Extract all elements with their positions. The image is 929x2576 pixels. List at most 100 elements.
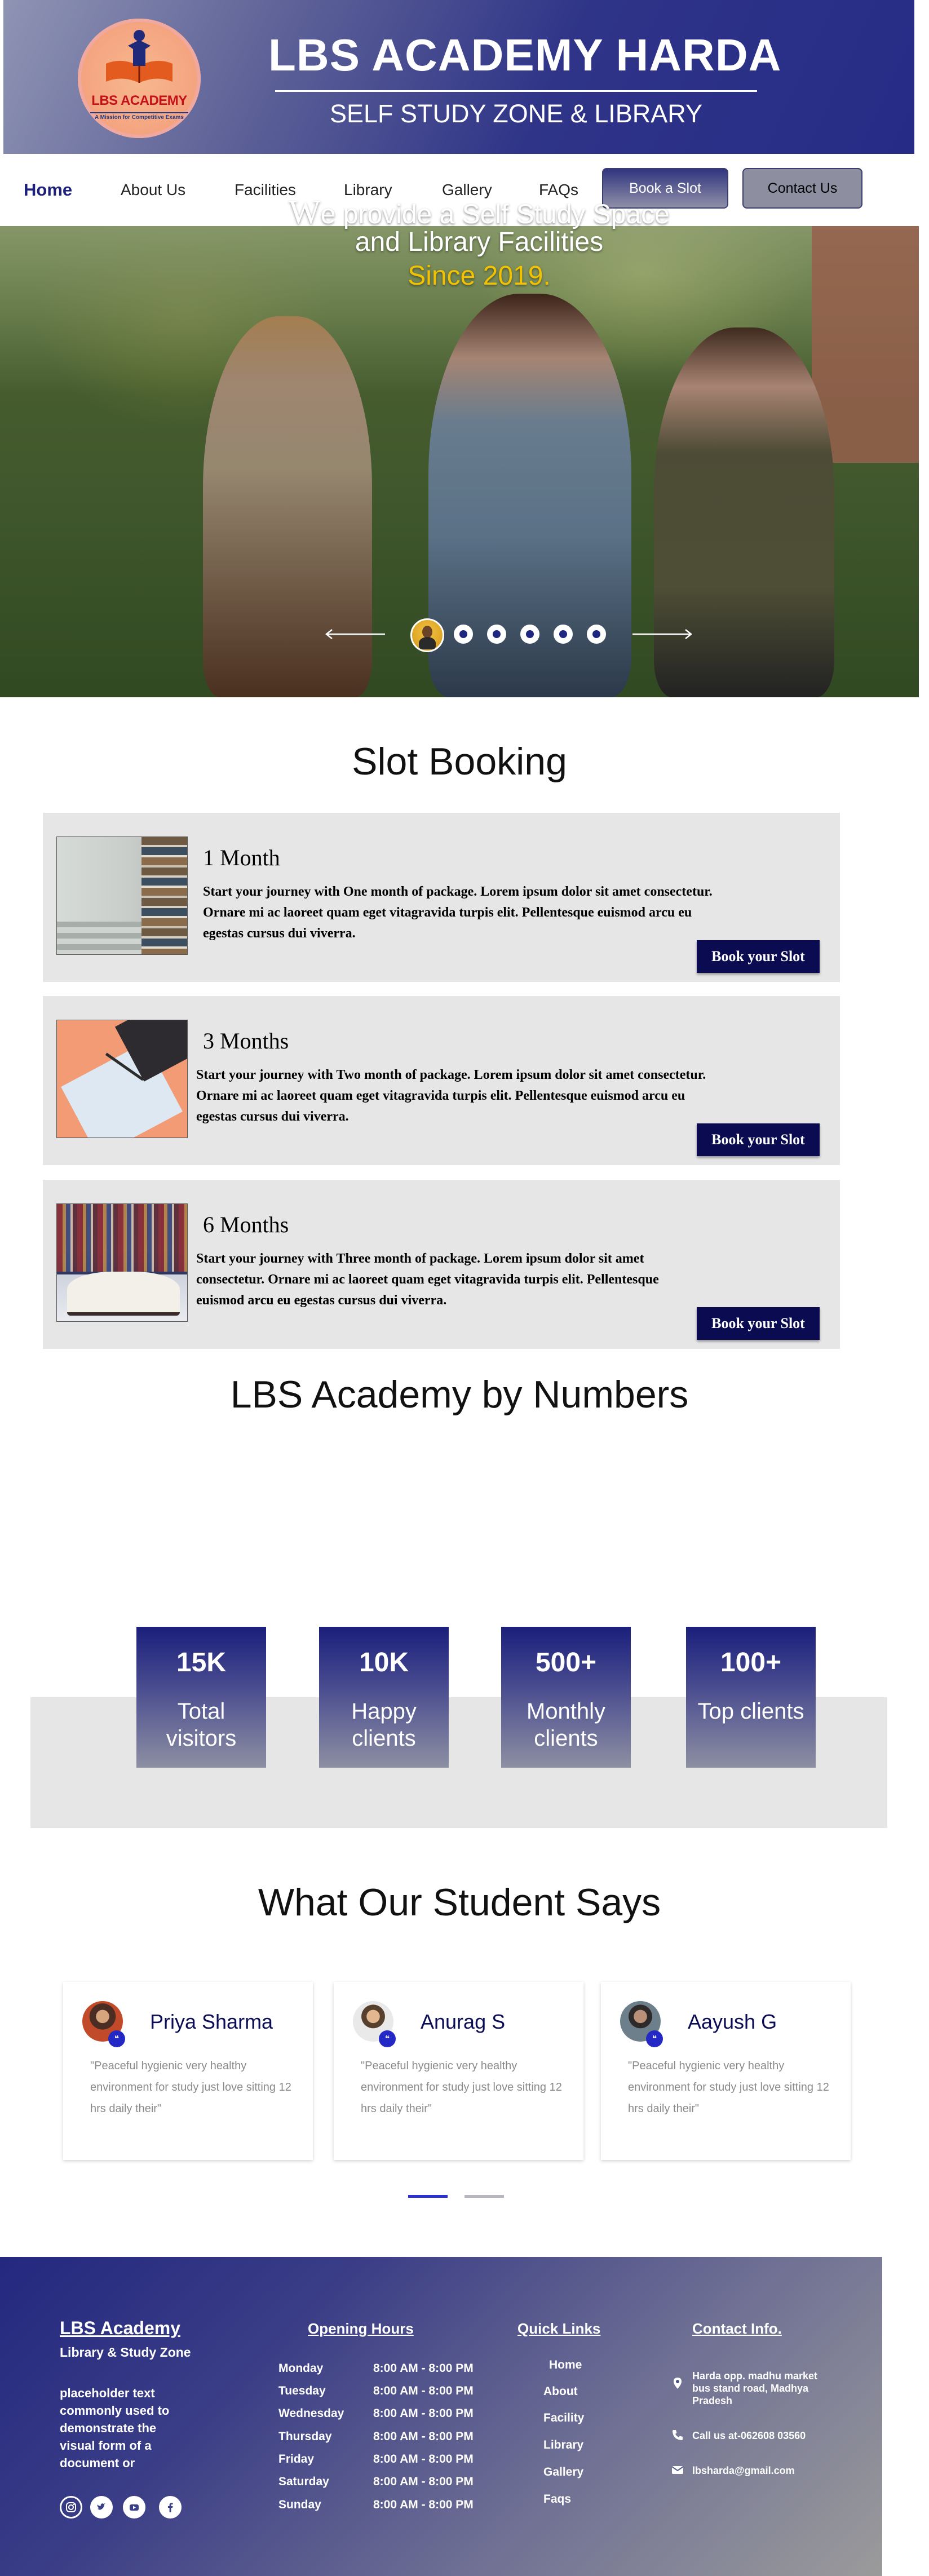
slot-description: Start your journey with Three month of p…: [196, 1251, 659, 1308]
hours-time: 8:00 AM - 8:00 PM: [373, 2362, 474, 2375]
instagram-icon[interactable]: [60, 2496, 82, 2519]
library-book-image: [56, 1203, 188, 1322]
footer-link-gallery[interactable]: Gallery: [543, 2466, 583, 2479]
logo-name: LBS ACADEMY: [91, 93, 187, 108]
slot-card-3-months: 3 Months Start your journey with Two mon…: [43, 996, 840, 1165]
student-name: Anurag S: [421, 2010, 506, 2033]
avatar-face: [422, 626, 432, 638]
stat-value: 15K: [176, 1648, 227, 1678]
phone-icon: [671, 2428, 684, 2442]
carousel-prev-arrow-icon[interactable]: [324, 628, 386, 640]
student-quote: "Peaceful hygienic very healthy environm…: [361, 2060, 562, 2115]
hours-time: 8:00 AM - 8:00 PM: [373, 2498, 474, 2511]
student-name: Priya Sharma: [150, 2010, 273, 2033]
slot-title: 1 Month: [203, 845, 280, 870]
hours-row: Thursday 8:00 AM - 8:00 PM: [278, 2430, 504, 2447]
slot-card-1-month: 1 Month Start your journey with One mont…: [43, 813, 840, 982]
stat-value: 500+: [535, 1648, 597, 1678]
quote-badge-icon: ❝: [646, 2030, 663, 2047]
hero-heading-line-2: and Library Facilities: [355, 227, 604, 257]
book-your-slot-button[interactable]: Book your Slot: [697, 1307, 820, 1340]
testimonial-page-1[interactable]: [408, 2195, 448, 2198]
footer-link-library[interactable]: Library: [543, 2438, 583, 2452]
carousel-dot-6[interactable]: [587, 625, 606, 644]
stat-monthly-clients: 500+ Monthly clients: [501, 1627, 631, 1768]
hours-time: 8:00 AM - 8:00 PM: [373, 2453, 474, 2466]
hours-day: Saturday: [278, 2475, 329, 2488]
site-footer: LBS Academy Library & Study Zone placeho…: [0, 2257, 882, 2576]
footer-link-about[interactable]: About: [543, 2385, 578, 2398]
stat-label: Happy clients: [351, 1699, 417, 1751]
hours-day: Tuesday: [278, 2384, 326, 2397]
footer-link-faqs[interactable]: Faqs: [543, 2493, 571, 2506]
hours-day: Friday: [278, 2453, 315, 2466]
title-divider: [275, 90, 757, 92]
carousel-dot-4[interactable]: [520, 625, 539, 644]
youtube-icon[interactable]: [123, 2496, 145, 2519]
facebook-icon[interactable]: [159, 2496, 182, 2519]
slot-booking-title: Slot Booking: [352, 740, 567, 783]
contact-info-heading: Contact Info.: [692, 2320, 782, 2337]
stat-label: Monthly clients: [526, 1699, 606, 1751]
carousel-avatar-dot[interactable]: [410, 618, 444, 652]
desk-image: [56, 1020, 188, 1138]
hours-row: Tuesday 8:00 AM - 8:00 PM: [278, 2384, 504, 2401]
book-your-slot-button[interactable]: Book your Slot: [697, 940, 820, 973]
carousel-next-arrow-icon[interactable]: [631, 628, 693, 640]
hero-since-text: Since 2019.: [408, 261, 551, 291]
opening-hours-heading: Opening Hours: [308, 2320, 414, 2337]
image-books: [141, 837, 187, 954]
student-quote: "Peaceful hygienic very healthy environm…: [90, 2060, 291, 2115]
stat-label: Total visitors: [166, 1699, 237, 1751]
stat-top-clients: 100+ Top clients: [686, 1627, 816, 1768]
hours-time: 8:00 AM - 8:00 PM: [373, 2475, 474, 2488]
quote-badge-icon: ❝: [379, 2030, 396, 2047]
hours-row: Monday 8:00 AM - 8:00 PM: [278, 2362, 504, 2379]
testimonials-title: What Our Student Says: [258, 1881, 661, 1924]
carousel-dot-2[interactable]: [454, 625, 473, 644]
hours-day: Wednesday: [278, 2407, 344, 2420]
location-pin-icon: [671, 2376, 684, 2390]
book-your-slot-button[interactable]: Book your Slot: [697, 1123, 820, 1156]
footer-description: placeholder text commonly used to demons…: [60, 2386, 170, 2470]
footer-link-home[interactable]: Home: [549, 2358, 582, 2372]
hours-time: 8:00 AM - 8:00 PM: [373, 2407, 474, 2420]
image-open-book: [67, 1272, 180, 1316]
image-shelf: [57, 1204, 187, 1272]
student-quote: "Peaceful hygienic very healthy environm…: [628, 2060, 829, 2115]
footer-brand-subtitle: Library & Study Zone: [60, 2345, 191, 2360]
quote-badge-icon: ❝: [108, 2030, 125, 2047]
site-subtitle: SELF STUDY ZONE & LIBRARY: [329, 99, 703, 128]
stat-total-visitors: 15K Total visitors: [136, 1627, 266, 1768]
contact-phone: Call us at-062608 03560: [692, 2430, 806, 2441]
avatar-body: [419, 637, 436, 649]
student-name: Aayush G: [688, 2010, 777, 2033]
testimonial-page-2[interactable]: [465, 2195, 504, 2198]
logo-tagline: A Mission for Competitive Exams: [90, 112, 189, 121]
carousel-dot-5[interactable]: [554, 625, 573, 644]
hours-day: Monday: [278, 2362, 324, 2375]
quick-links-heading: Quick Links: [517, 2320, 601, 2337]
slot-title: 6 Months: [203, 1212, 289, 1237]
books-stack-image: [56, 836, 188, 955]
numbers-title: LBS Academy by Numbers: [230, 1373, 689, 1416]
stat-happy-clients: 10K Happy clients: [319, 1627, 449, 1768]
stat-value: 10K: [359, 1648, 409, 1678]
hours-day: Thursday: [278, 2430, 332, 2443]
hours-row: Friday 8:00 AM - 8:00 PM: [278, 2453, 504, 2469]
slot-description: Start your journey with One month of pac…: [203, 884, 713, 941]
carousel-dot-3[interactable]: [487, 625, 506, 644]
email-icon: [671, 2463, 684, 2477]
testimonial-card: ❝ Priya Sharma "Peaceful hygienic very h…: [63, 1982, 313, 2160]
footer-brand: LBS Academy: [60, 2318, 180, 2338]
slot-card-6-months: 6 Months Start your journey with Three m…: [43, 1180, 840, 1349]
testimonial-card: ❝ Anurag S "Peaceful hygienic very healt…: [334, 1982, 583, 2160]
footer-link-facility[interactable]: Facility: [543, 2411, 584, 2425]
contact-email: lbsharda@gmail.com: [692, 2465, 795, 2476]
image-stairs: [57, 922, 141, 954]
twitter-icon[interactable]: [90, 2496, 113, 2519]
stat-label: Top clients: [697, 1699, 804, 1724]
hours-row: Sunday 8:00 AM - 8:00 PM: [278, 2498, 504, 2515]
hours-time: 8:00 AM - 8:00 PM: [373, 2430, 474, 2443]
academy-logo[interactable]: LBS ACADEMY A Mission for Competitive Ex…: [78, 19, 201, 138]
